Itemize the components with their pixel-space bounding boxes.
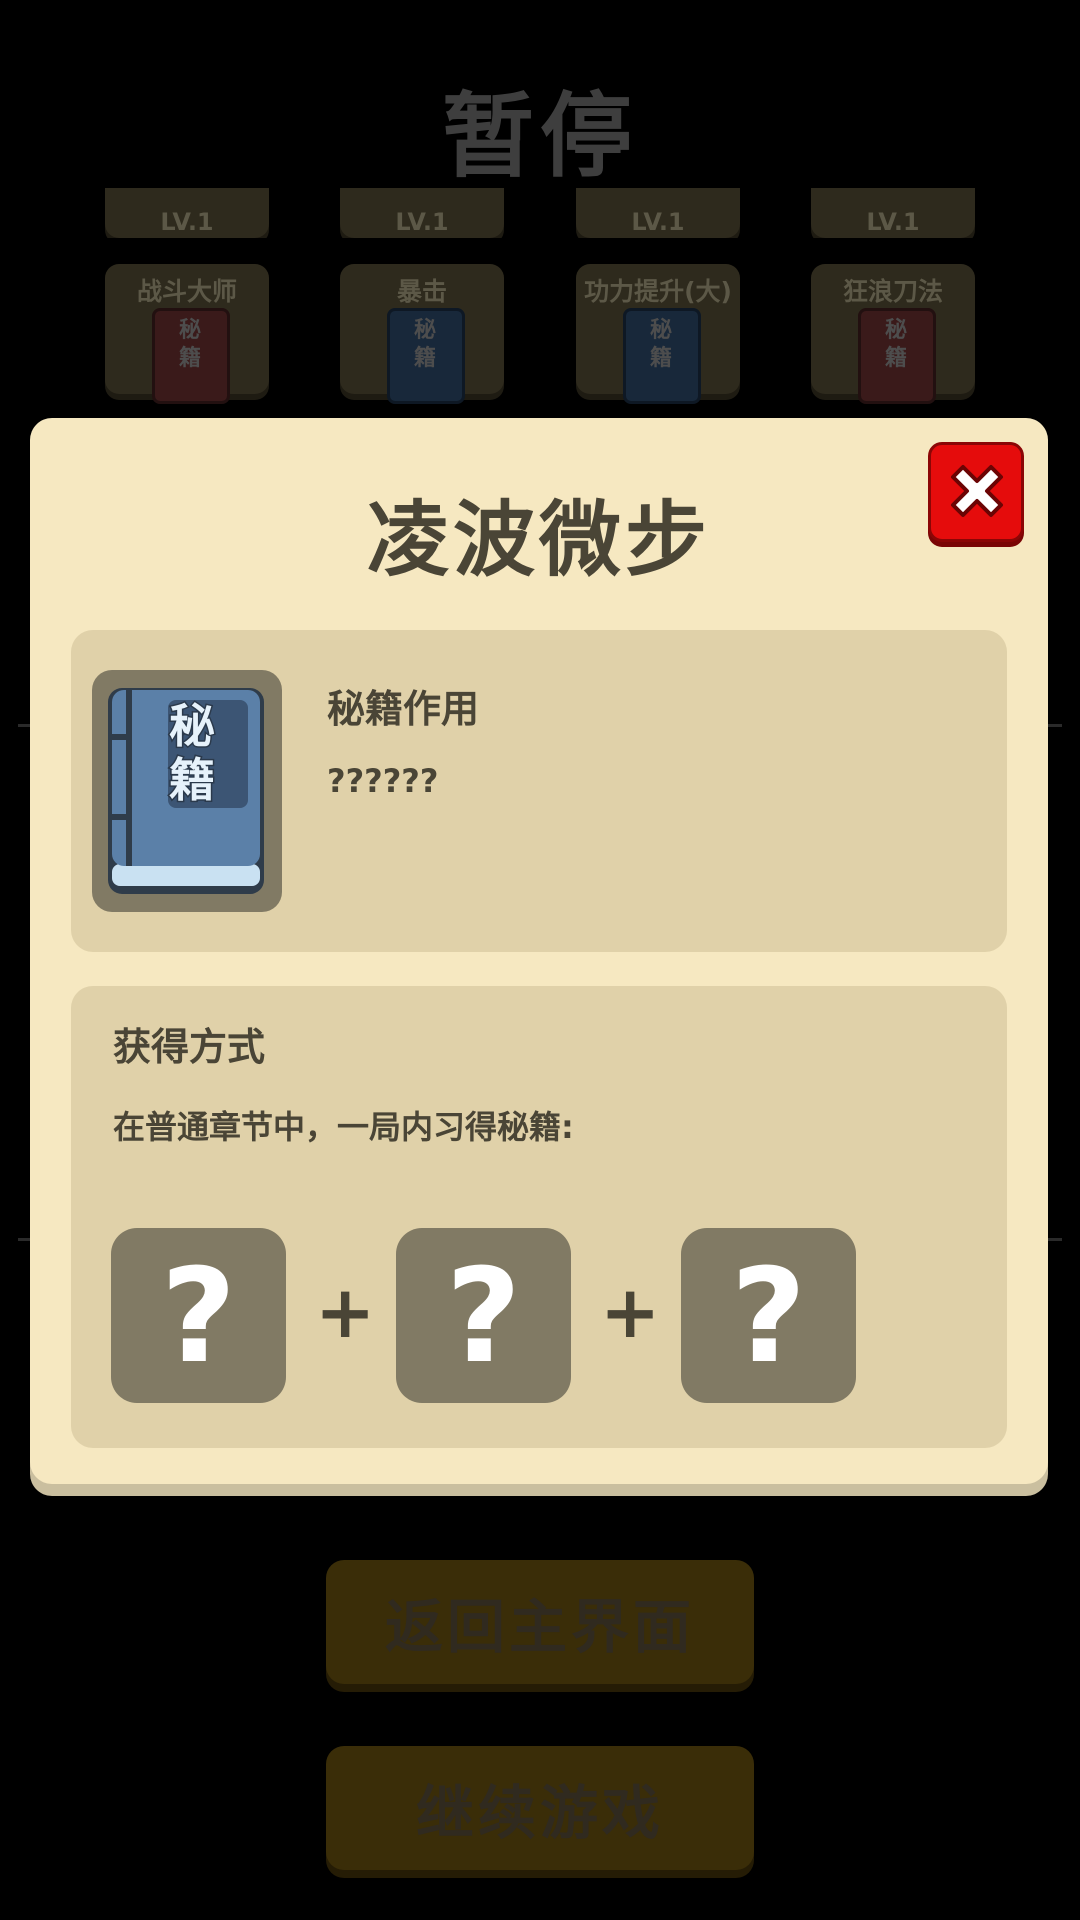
skill-card: LV.1 <box>811 188 975 238</box>
unknown-book-slot[interactable]: ? <box>111 1228 286 1403</box>
obtain-text: 在普通章节中，一局内习得秘籍: <box>113 1108 574 1146</box>
book-icon: 秘籍 <box>623 308 701 404</box>
skill-name: 战斗大师 <box>136 277 237 306</box>
unknown-book-slot[interactable]: ? <box>396 1228 571 1403</box>
continue-game-button[interactable]: 继续游戏 <box>326 1746 754 1870</box>
skill-card-gongli-tisheng[interactable]: 功力提升(大) 秘籍 <box>576 264 740 404</box>
close-button[interactable] <box>928 442 1024 542</box>
plus-sign: + <box>600 1270 661 1354</box>
effect-panel: 秘 籍 秘籍作用 ?????? <box>71 630 1007 952</box>
svg-text:籍: 籍 <box>169 753 215 807</box>
skill-level: LV.1 <box>160 208 214 236</box>
secret-book-icon: 秘 籍 <box>108 688 264 894</box>
skill-level: LV.1 <box>395 208 449 236</box>
close-x-icon <box>951 465 1003 517</box>
svg-text:秘: 秘 <box>169 699 215 753</box>
skill-card: LV.1 <box>576 188 740 238</box>
plus-sign: + <box>315 1270 376 1354</box>
dialog-title: 凌波微步 <box>366 493 711 588</box>
skill-row-top: LV.1 LV.1 LV.1 LV.1 <box>0 188 1080 238</box>
skill-card: LV.1 <box>105 188 269 238</box>
skill-level: LV.1 <box>631 208 685 236</box>
secret-book-detail-dialog: 凌波微步 秘 籍 秘籍作用 ?????? 获得方式 在普通章节中，一局内习得秘籍 <box>30 418 1048 1484</box>
divider <box>1048 1238 1062 1241</box>
skill-card-kuanglang-daofa[interactable]: 狂浪刀法 秘籍 <box>811 264 975 404</box>
pause-title: 暂停 <box>441 83 638 190</box>
effect-text: ?????? <box>327 762 439 800</box>
skill-name: 狂浪刀法 <box>842 277 943 306</box>
skill-level: LV.1 <box>866 208 920 236</box>
skill-name: 暴击 <box>396 277 447 306</box>
skill-card: LV.1 <box>340 188 504 238</box>
book-icon-frame: 秘 籍 <box>92 670 282 912</box>
effect-heading: 秘籍作用 <box>327 687 480 731</box>
book-icon: 秘籍 <box>387 308 465 404</box>
skill-card-baoji[interactable]: 暴击 秘籍 <box>340 264 504 404</box>
obtain-heading: 获得方式 <box>113 1025 266 1069</box>
return-main-button[interactable]: 返回主界面 <box>326 1560 754 1684</box>
skill-name: 功力提升(大) <box>584 277 732 306</box>
book-icon: 秘籍 <box>858 308 936 404</box>
skill-card-zhandou-dashi[interactable]: 战斗大师 秘籍 <box>105 264 269 404</box>
unknown-book-slot[interactable]: ? <box>681 1228 856 1403</box>
divider <box>1048 724 1062 727</box>
book-icon: 秘籍 <box>152 308 230 404</box>
obtain-panel: 获得方式 在普通章节中，一局内习得秘籍: ? + ? + ? <box>71 986 1007 1448</box>
